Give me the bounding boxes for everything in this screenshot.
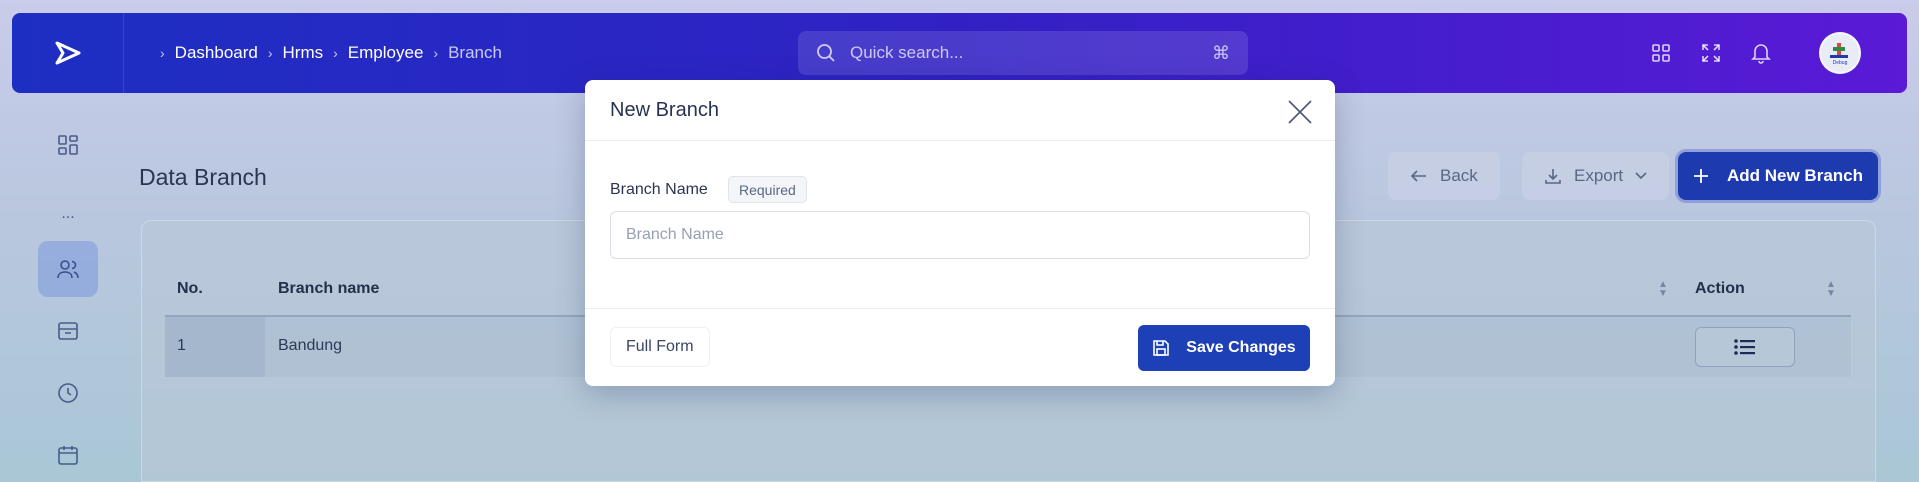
add-new-branch-button[interactable]: Add New Branch xyxy=(1678,152,1878,200)
archive-icon xyxy=(58,322,78,340)
save-changes-label: Save Changes xyxy=(1186,339,1296,356)
row-action-menu-button[interactable] xyxy=(1695,327,1795,367)
dashboard-icon xyxy=(58,135,78,155)
column-header-branch-name[interactable]: Branch name xyxy=(278,280,379,298)
sort-icon[interactable]: ▲ ▼ xyxy=(1826,280,1836,299)
breadcrumb: › Dashboard › Hrms › Employee › Branch xyxy=(160,43,502,63)
svg-text:Debug: Debug xyxy=(1833,60,1848,66)
quick-search[interactable]: Quick search... ⌘ xyxy=(798,31,1248,75)
sidebar-item-calendar[interactable] xyxy=(38,427,98,482)
full-form-button[interactable]: Full Form xyxy=(610,327,710,367)
chevron-down-icon xyxy=(1635,172,1647,180)
logo-icon xyxy=(55,41,80,65)
command-key-icon: ⌘ xyxy=(1212,42,1230,63)
page-title: Data Branch xyxy=(139,164,267,190)
sidebar-more-icon: ... xyxy=(61,205,75,222)
apps-grid-icon[interactable] xyxy=(1649,41,1673,65)
avatar[interactable]: Debug xyxy=(1819,32,1861,74)
column-header-no[interactable]: No. xyxy=(177,280,203,298)
new-branch-modal: New Branch Branch Name Required Full For… xyxy=(585,80,1335,386)
plus-icon xyxy=(1693,169,1708,183)
breadcrumb-employee[interactable]: Employee xyxy=(348,43,424,63)
export-label: Export xyxy=(1574,166,1624,185)
chevron-right-icon: › xyxy=(433,45,439,61)
modal-title: New Branch xyxy=(610,98,719,121)
topbar-actions: Debug xyxy=(1649,13,1861,93)
avatar-logo-icon: Debug xyxy=(1830,43,1848,66)
fullscreen-icon[interactable] xyxy=(1699,41,1723,65)
row-number: 1 xyxy=(177,337,186,354)
arrow-left-icon xyxy=(1410,170,1426,182)
search-placeholder: Quick search... xyxy=(850,43,964,62)
modal-header: New Branch xyxy=(585,80,1335,141)
breadcrumb-branch: Branch xyxy=(448,43,502,62)
clock-icon xyxy=(58,383,78,403)
sidebar-item-attendance[interactable] xyxy=(38,365,98,421)
export-button[interactable]: Export xyxy=(1522,152,1670,200)
bell-icon[interactable] xyxy=(1749,41,1773,65)
sidebar-item-dashboard[interactable] xyxy=(38,117,98,173)
sort-icon[interactable]: ▲ ▼ xyxy=(1658,280,1668,299)
breadcrumb-dashboard[interactable]: Dashboard xyxy=(175,43,258,63)
download-icon xyxy=(1545,169,1561,184)
back-label: Back xyxy=(1440,166,1478,185)
sidebar: ... xyxy=(12,93,124,482)
save-changes-button[interactable]: Save Changes xyxy=(1138,325,1310,371)
sidebar-item-inbox[interactable] xyxy=(38,303,98,359)
branch-name-input[interactable] xyxy=(610,211,1310,259)
save-icon xyxy=(1153,340,1170,356)
column-header-action: Action xyxy=(1695,280,1745,297)
app-logo[interactable] xyxy=(12,13,124,93)
branch-name-label: Branch Name xyxy=(610,181,708,198)
chevron-right-icon: › xyxy=(267,45,273,61)
chevron-right-icon: › xyxy=(333,45,338,61)
required-badge: Required xyxy=(728,176,807,203)
row-branch-name: Bandung xyxy=(278,337,343,354)
back-button[interactable]: Back xyxy=(1388,152,1500,200)
users-icon xyxy=(57,260,79,279)
modal-footer: Full Form Save Changes xyxy=(585,308,1335,386)
list-icon xyxy=(1734,339,1755,355)
add-new-branch-label: Add New Branch xyxy=(1726,166,1864,185)
breadcrumb-hrms[interactable]: Hrms xyxy=(283,43,324,63)
calendar-icon xyxy=(58,446,78,465)
chevron-right-icon: › xyxy=(160,45,165,61)
search-icon xyxy=(817,44,835,62)
sidebar-item-employees[interactable] xyxy=(38,241,98,297)
close-icon[interactable] xyxy=(1287,99,1313,125)
